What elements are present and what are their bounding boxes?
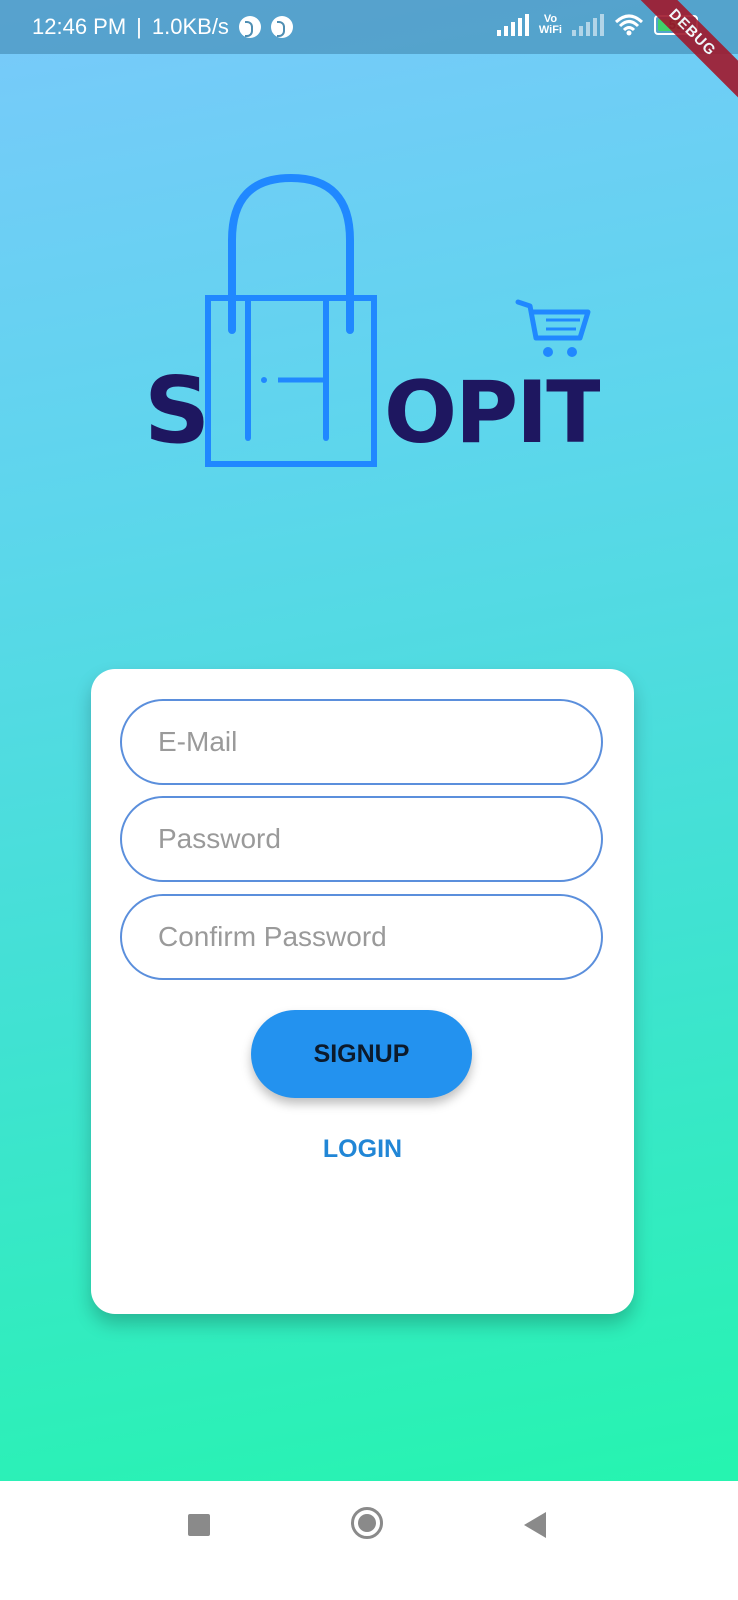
shopping-cart-icon [515, 299, 591, 357]
back-icon[interactable] [524, 1512, 546, 1538]
signal-strength-icon [496, 14, 529, 36]
signup-card: SIGNUP LOGIN [91, 669, 634, 1314]
vowifi-bottom: WiFi [538, 24, 562, 36]
notification-icon [238, 16, 261, 38]
status-left: 12:46 PM | 1.0KB/s [32, 14, 293, 40]
recent-apps-icon[interactable] [188, 1514, 210, 1536]
email-input[interactable] [158, 701, 578, 783]
network-speed: 1.0KB/s [151, 14, 229, 39]
signal-strength-secondary-icon [572, 14, 604, 36]
login-link[interactable]: LOGIN [91, 1135, 634, 1164]
password-field[interactable] [120, 796, 603, 882]
home-icon[interactable] [351, 1507, 383, 1539]
shopit-logo: S OPIT [144, 173, 600, 467]
vowifi-icon: Vo WiFi [539, 14, 562, 36]
status-separator: | [136, 14, 142, 39]
status-bar: 12:46 PM | 1.0KB/s Vo WiFi DEBUG [0, 0, 738, 106]
status-time: 12:46 PM [32, 14, 127, 39]
svg-text:S: S [144, 357, 210, 464]
wifi-icon [614, 14, 644, 36]
confirm-password-field[interactable] [120, 894, 603, 980]
email-field[interactable] [120, 699, 603, 785]
notification-icon [270, 16, 293, 38]
navigation-bar [0, 1481, 738, 1600]
signup-screen: 12:46 PM | 1.0KB/s Vo WiFi DEBUG S OPIT … [0, 0, 738, 1600]
svg-text:OPIT: OPIT [384, 363, 600, 463]
signup-button[interactable]: SIGNUP [251, 1010, 472, 1098]
password-input[interactable] [158, 798, 578, 880]
confirm-password-input[interactable] [158, 896, 578, 978]
